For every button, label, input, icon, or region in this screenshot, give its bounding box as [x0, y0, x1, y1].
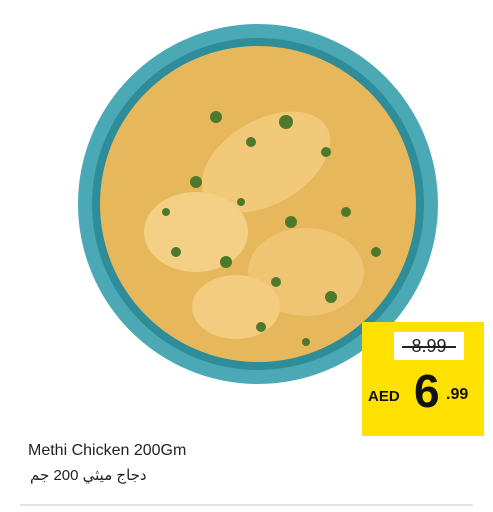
old-price: 8.99: [394, 332, 464, 360]
chicken-piece: [192, 275, 280, 339]
currency-label: AED: [368, 388, 400, 405]
price-tag: 8.99 AED 6 .99: [362, 322, 484, 436]
chicken-piece: [144, 192, 248, 272]
price-decimal: .99: [446, 386, 469, 403]
price-integer: 6: [414, 365, 440, 417]
product-card[interactable]: 8.99 AED 6 .99 Methi Chicken 200Gm دجاج …: [10, 6, 484, 500]
product-name-en[interactable]: Methi Chicken 200Gm: [28, 442, 186, 460]
product-name-ar[interactable]: دجاج ميثي 200 جم: [30, 466, 147, 484]
divider: [20, 504, 473, 506]
